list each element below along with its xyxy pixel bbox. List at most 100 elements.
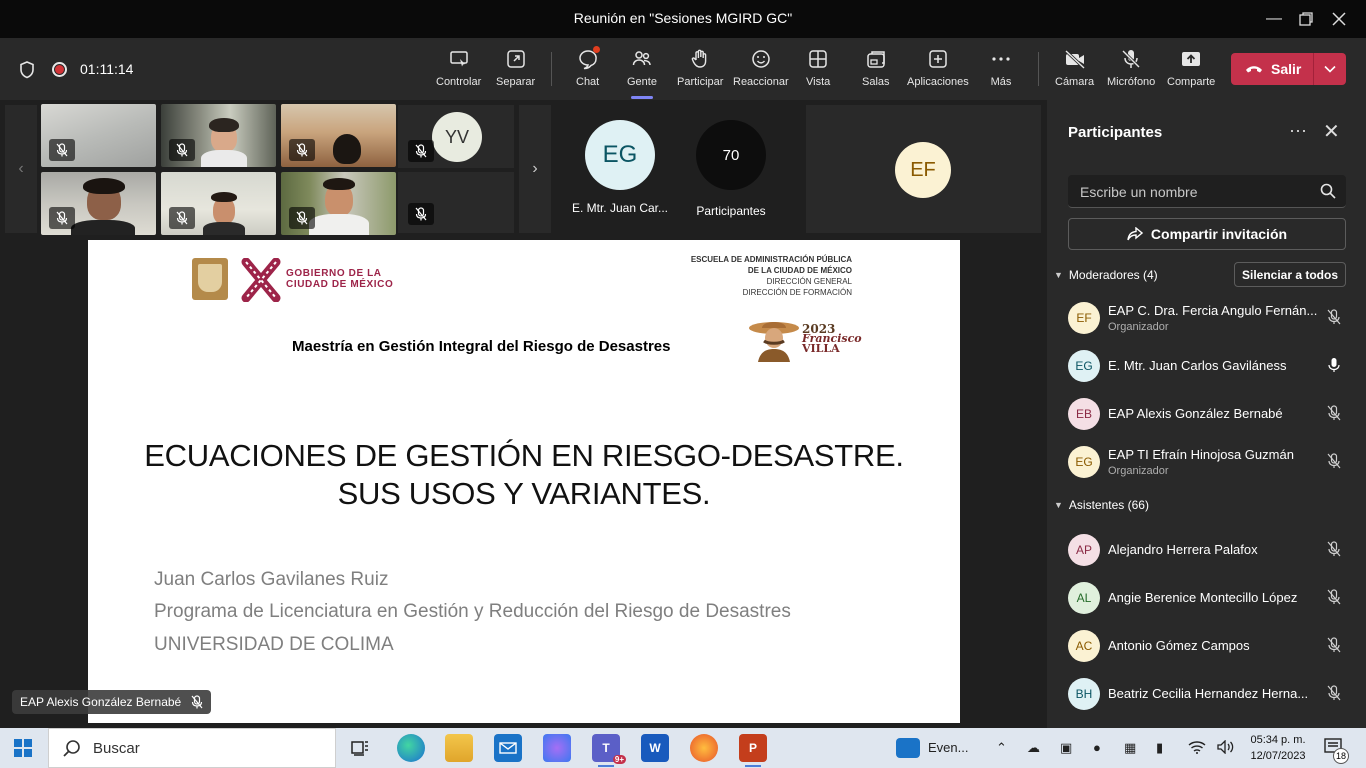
view-button[interactable]: Vista: [806, 48, 830, 96]
more-options-icon[interactable]: ···: [1289, 120, 1307, 141]
gallery-next-chevron-icon[interactable]: ›: [519, 105, 551, 233]
events-widget-label[interactable]: Even...: [928, 740, 968, 755]
mic-off-icon: [289, 139, 315, 161]
leave-label: Salir: [1271, 61, 1302, 77]
video-tile[interactable]: [41, 104, 156, 167]
meeting-toolbar: 01:11:14 Controlar Separar Chat Gente Pa…: [0, 38, 1366, 100]
participant-name: E. Mtr. Juan Carlos Gaviláness: [1108, 358, 1287, 373]
firefox-icon[interactable]: [690, 734, 718, 762]
participant-name: E. Mtr. Juan Car...: [571, 201, 669, 215]
apps-icon: [929, 50, 947, 68]
presenter-name-tag: EAP Alexis González Bernabé: [12, 690, 212, 714]
teams-icon[interactable]: T 9+: [592, 734, 626, 767]
powerpoint-icon[interactable]: P: [739, 734, 767, 767]
more-button[interactable]: Más: [990, 48, 1012, 96]
share-icon: [1127, 227, 1143, 241]
chevron-up-icon[interactable]: ⌃: [996, 740, 1007, 756]
windows-start-icon[interactable]: [14, 739, 32, 757]
participants-overflow-tile[interactable]: 70 Participantes: [683, 105, 803, 233]
video-tile[interactable]: [281, 172, 396, 235]
teams-badge: 9+: [612, 755, 626, 764]
rooms-button[interactable]: Salas: [862, 48, 890, 96]
mic-off-icon: [1327, 637, 1341, 653]
mic-button[interactable]: Micrófono: [1107, 48, 1155, 96]
video-tile[interactable]: [41, 172, 156, 235]
shield-icon[interactable]: [19, 61, 35, 79]
chat-button[interactable]: Chat: [576, 46, 601, 96]
apps-button[interactable]: Aplicaciones: [907, 48, 969, 96]
window-title: Reunión en "Sesiones MGIRD GC": [573, 10, 793, 26]
raise-hand-button[interactable]: Participar: [677, 48, 723, 96]
presentation-slide: GOBIERNO DE LA CIUDAD DE MÉXICO ESCUELA …: [88, 240, 960, 723]
search-icon[interactable]: [1320, 183, 1336, 199]
taskbar-clock[interactable]: 05:34 p. m. 12/07/2023: [1243, 732, 1313, 764]
participant-row[interactable]: EG E. Mtr. Juan Carlos Gaviláness: [1068, 347, 1358, 383]
avatar: AC: [1068, 630, 1100, 662]
popout-label: Separar: [496, 76, 536, 88]
chat-label: Chat: [576, 76, 600, 88]
participant-row[interactable]: AL Angie Berenice Montecillo López: [1068, 579, 1358, 615]
task-view-icon[interactable]: [346, 734, 374, 762]
rooms-icon: [867, 51, 885, 68]
mail-icon[interactable]: [494, 734, 522, 762]
file-explorer-icon[interactable]: [445, 734, 473, 762]
mic-off-icon: [169, 207, 195, 229]
copilot-icon[interactable]: [543, 734, 571, 762]
video-tile[interactable]: [281, 104, 396, 167]
close-panel-icon[interactable]: ✕: [1323, 119, 1340, 144]
microphone-tray-icon[interactable]: ●: [1093, 740, 1101, 755]
search-icon: [63, 740, 80, 757]
camera-button[interactable]: Cámara: [1055, 48, 1094, 96]
rooms-label: Salas: [862, 76, 890, 88]
leave-options-chevron-icon[interactable]: [1314, 65, 1346, 73]
video-tile[interactable]: [161, 104, 276, 167]
react-button[interactable]: Reaccionar: [733, 48, 789, 96]
people-icon: [632, 51, 651, 66]
word-icon[interactable]: W: [641, 734, 669, 762]
meet-now-icon[interactable]: ▣: [1060, 740, 1072, 756]
wifi-icon[interactable]: [1188, 740, 1206, 757]
participant-name: Beatriz Cecilia Hernandez Herna...: [1108, 686, 1309, 701]
events-widget-icon[interactable]: [896, 738, 920, 758]
popout-button[interactable]: Separar: [496, 48, 535, 96]
moderators-section-toggle[interactable]: ▼ Moderadores (4): [1054, 268, 1158, 282]
participant-row[interactable]: AC Antonio Gómez Campos: [1068, 627, 1358, 663]
control-button[interactable]: Controlar: [436, 48, 481, 96]
participant-row[interactable]: BH Beatriz Cecilia Hernandez Herna...: [1068, 675, 1358, 711]
panel-title: Participantes: [1068, 124, 1163, 141]
taskbar-search[interactable]: Buscar: [48, 728, 336, 768]
share-content-button[interactable]: Comparte: [1167, 48, 1215, 96]
leave-button[interactable]: Salir: [1231, 53, 1346, 85]
edge-browser-icon[interactable]: [397, 734, 425, 762]
close-window-icon[interactable]: [1316, 0, 1362, 38]
mute-all-button[interactable]: Silenciar a todos: [1234, 262, 1346, 287]
participant-search-input[interactable]: [1068, 175, 1308, 208]
participant-row[interactable]: EB EAP Alexis González Bernabé: [1068, 395, 1358, 431]
share-invite-button[interactable]: Compartir invitación: [1068, 218, 1346, 250]
people-label: Gente: [627, 76, 657, 88]
share-icon: [1182, 52, 1201, 66]
battery-icon[interactable]: ▮: [1156, 740, 1163, 756]
onedrive-icon[interactable]: ☁: [1027, 740, 1040, 756]
participant-tile-ef[interactable]: EF: [806, 105, 1041, 233]
participant-name: Alejandro Herrera Palafox: [1108, 542, 1258, 557]
participant-row[interactable]: EF EAP C. Dra. Fercia Angulo Fernán... O…: [1068, 299, 1358, 335]
participant-row[interactable]: EG EAP TI Efraín Hinojosa Guzmán Organiz…: [1068, 443, 1358, 479]
video-tile[interactable]: [161, 172, 276, 235]
participant-tile-eg[interactable]: EG E. Mtr. Juan Car...: [557, 105, 683, 233]
more-label: Más: [990, 76, 1012, 88]
participant-role: Organizador: [1108, 321, 1169, 333]
participant-row[interactable]: AP Alejandro Herrera Palafox: [1068, 531, 1358, 567]
display-icon[interactable]: ▦: [1124, 740, 1136, 756]
slide-author: Juan Carlos Gavilanes Ruiz: [154, 569, 389, 590]
video-tile[interactable]: [398, 172, 514, 233]
people-button[interactable]: Gente: [627, 48, 657, 99]
volume-icon[interactable]: [1217, 739, 1235, 757]
mic-off-icon: [191, 695, 203, 709]
windows-taskbar: Buscar T 9+ W P Even... ⌃ ☁ ▣ ● ▦ ▮ 05:3: [0, 728, 1366, 768]
mic-off-icon: [1327, 685, 1341, 701]
attendees-section-toggle[interactable]: ▼ Asistentes (66): [1054, 498, 1149, 512]
participant-tile-yv[interactable]: YV: [398, 105, 514, 168]
villa-2023-logo: 2023 Francisco VILLA: [748, 314, 862, 364]
gallery-prev-chevron-icon[interactable]: ‹: [5, 105, 37, 233]
